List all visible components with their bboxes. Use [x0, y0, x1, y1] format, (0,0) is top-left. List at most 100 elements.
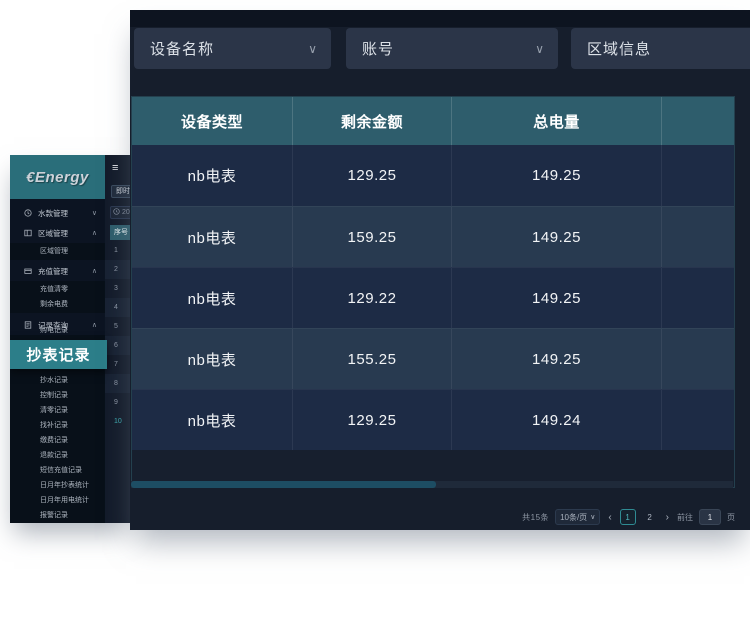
cell-clipped [661, 329, 734, 389]
serial-row: 7 [105, 355, 130, 374]
page-button-1[interactable]: 1 [620, 509, 636, 525]
pagination-total: 共15条 [522, 512, 549, 523]
chevron-down-icon: ∨ [590, 513, 595, 521]
cell-total-power: 149.24 [451, 390, 661, 450]
sidebar-subitem-purchase[interactable]: 购电记录 [10, 323, 105, 338]
account-dropdown[interactable]: 账号 ∨ [346, 28, 558, 69]
card-icon [24, 267, 32, 275]
page: €Energy 水款管理 ∨ 区域管理 ∧ 区域管理 [0, 0, 750, 635]
sidebar-window: €Energy 水款管理 ∨ 区域管理 ∧ 区域管理 [10, 155, 130, 523]
device-name-dropdown-label: 设备名称 [150, 38, 214, 59]
pagination: 共15条 10条/页 ∨ ‹ 1 2 › 前往 页 [522, 508, 735, 526]
cell-remaining-amount: 129.25 [292, 145, 451, 206]
sidebar-item-region[interactable]: 区域管理 ∧ [10, 223, 105, 243]
serial-row: 3 [105, 279, 130, 298]
serial-row: 8 [105, 374, 130, 393]
cell-remaining-amount: 129.22 [292, 268, 451, 328]
records-window: 设备名称 ∨ 账号 ∨ 区域信息 设备类型 剩余金额 总电量 nb电表 129.… [130, 10, 750, 530]
cell-total-power: 149.25 [451, 268, 661, 328]
serial-row-highlighted: 10 [105, 412, 130, 431]
sidebar-subitem-usage-stats[interactable]: 日月年用电统计 [10, 493, 105, 508]
serial-row: 2 [105, 260, 130, 279]
date-picker-input[interactable]: 202 [110, 206, 130, 219]
table-header-row: 设备类型 剩余金额 总电量 [132, 97, 734, 145]
region-icon [24, 229, 32, 237]
device-name-dropdown[interactable]: 设备名称 ∨ [134, 28, 331, 69]
column-header-remaining-amount: 剩余金额 [292, 97, 451, 145]
sidebar-subitem-remaining-fee[interactable]: 剩余电费 [10, 297, 105, 312]
serial-row: 9 [105, 393, 130, 412]
sidebar-subitem-region[interactable]: 区域管理 [10, 244, 105, 259]
table-row[interactable]: nb电表 129.25 149.24 [132, 389, 734, 450]
cell-device-type: nb电表 [132, 390, 292, 450]
cell-total-power: 149.25 [451, 207, 661, 267]
serial-row: 6 [105, 336, 130, 355]
table-row[interactable]: nb电表 129.22 149.25 [132, 267, 734, 328]
cell-remaining-amount: 155.25 [292, 329, 451, 389]
app-logo-text: €Energy [26, 169, 89, 186]
sidebar-subitem-alarm[interactable]: 报警记录 [10, 508, 105, 523]
sidebar-item-payment[interactable]: 水款管理 ∨ [10, 203, 105, 223]
sidebar-subitem-refund[interactable]: 退款记录 [10, 448, 105, 463]
submenu-region: 区域管理 [10, 243, 105, 260]
table-row[interactable]: nb电表 155.25 149.25 [132, 328, 734, 389]
cell-clipped [661, 268, 734, 328]
page-button-2[interactable]: 2 [642, 509, 658, 525]
serial-row: 1 [105, 241, 130, 260]
cell-remaining-amount: 129.25 [292, 390, 451, 450]
sidebar-item-recharge[interactable]: 充值管理 ∧ [10, 261, 105, 281]
column-header-device-type: 设备类型 [132, 97, 292, 145]
sidebar-item-label: 充值管理 [38, 266, 68, 277]
table-row[interactable]: nb电表 129.25 149.25 [132, 145, 734, 206]
region-info-dropdown-label: 区域信息 [587, 38, 651, 59]
cell-remaining-amount: 159.25 [292, 207, 451, 267]
column-header-total-power: 总电量 [451, 97, 661, 145]
next-page-button[interactable]: › [664, 512, 671, 523]
goto-unit-label: 页 [727, 512, 735, 523]
sidebar-window-content-strip: ≡ 即时抄 202 序号 1 2 3 4 5 6 7 8 9 10 [105, 155, 130, 523]
cell-device-type: nb电表 [132, 329, 292, 389]
chevron-down-icon: ∨ [92, 209, 97, 217]
goto-page-input[interactable] [699, 509, 721, 525]
region-info-dropdown[interactable]: 区域信息 [571, 28, 750, 69]
cell-total-power: 149.25 [451, 145, 661, 206]
horizontal-scrollbar-track[interactable] [131, 481, 733, 488]
horizontal-scrollbar-thumb[interactable] [131, 481, 436, 488]
sidebar-nav: €Energy 水款管理 ∨ 区域管理 ∧ 区域管理 [10, 155, 105, 523]
sidebar-subitem-clear[interactable]: 清零记录 [10, 403, 105, 418]
hamburger-icon[interactable]: ≡ [112, 163, 124, 173]
page-size-label: 10条/页 [560, 512, 587, 523]
prev-page-button[interactable]: ‹ [606, 512, 613, 523]
sidebar-subitem-meter-read-active[interactable]: 抄表记录 [10, 340, 107, 369]
cell-device-type: nb电表 [132, 145, 292, 206]
sidebar-subitem-recharge-clear[interactable]: 充值清零 [10, 282, 105, 297]
sidebar-subitem-adjust[interactable]: 找补记录 [10, 418, 105, 433]
history-icon [24, 209, 32, 217]
instant-read-button[interactable]: 即时抄 [111, 185, 130, 198]
cell-clipped [661, 145, 734, 206]
account-dropdown-label: 账号 [362, 38, 394, 59]
sidebar-subitem-sms-recharge[interactable]: 短信充值记录 [10, 463, 105, 478]
window-top-strip [130, 10, 750, 27]
cell-device-type: nb电表 [132, 268, 292, 328]
serial-row: 4 [105, 298, 130, 317]
cell-clipped [661, 207, 734, 267]
cell-total-power: 149.25 [451, 329, 661, 389]
chevron-down-icon: ∨ [535, 42, 544, 56]
records-table: 设备类型 剩余金额 总电量 nb电表 129.25 149.25 nb电表 15… [131, 96, 735, 488]
sidebar-subitem-control[interactable]: 控制记录 [10, 388, 105, 403]
table-row[interactable]: nb电表 159.25 149.25 [132, 206, 734, 267]
chevron-up-icon: ∧ [92, 267, 97, 275]
cell-clipped [661, 390, 734, 450]
sidebar-item-label: 区域管理 [38, 228, 68, 239]
app-logo: €Energy [10, 155, 105, 199]
date-value: 202 [122, 209, 130, 216]
serial-row: 5 [105, 317, 130, 336]
sidebar-subitem-water-read[interactable]: 抄水记录 [10, 373, 105, 388]
sidebar-subitem-read-stats[interactable]: 日月年抄表统计 [10, 478, 105, 493]
cell-device-type: nb电表 [132, 207, 292, 267]
goto-label: 前往 [677, 512, 693, 523]
page-size-select[interactable]: 10条/页 ∨ [555, 509, 600, 525]
sidebar-subitem-payment-records[interactable]: 缴费记录 [10, 433, 105, 448]
sidebar-item-label: 水款管理 [38, 208, 68, 219]
